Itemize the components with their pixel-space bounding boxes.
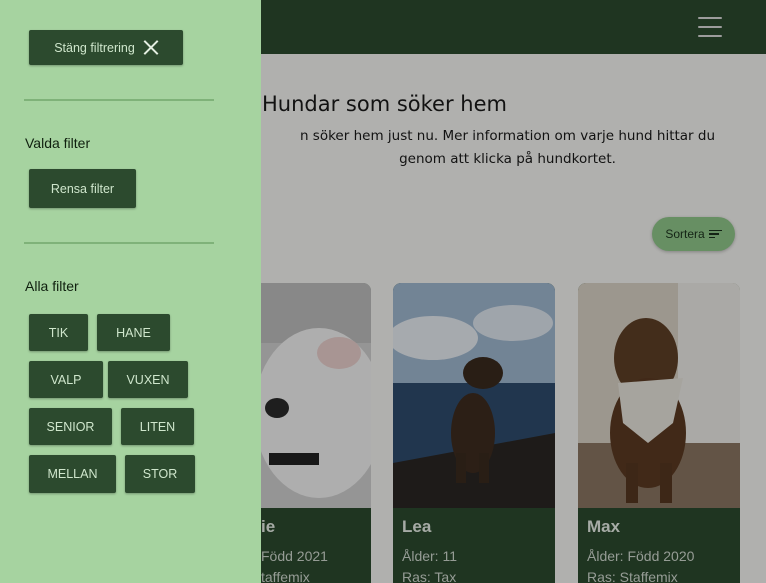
- divider: [24, 242, 214, 244]
- close-icon: [143, 40, 158, 55]
- selected-filters-heading: Valda filter: [25, 135, 91, 151]
- filter-tik-button[interactable]: TIK: [29, 314, 88, 351]
- all-filters-heading: Alla filter: [25, 278, 79, 294]
- filter-vuxen-button[interactable]: VUXEN: [108, 361, 188, 398]
- close-filter-button[interactable]: Stäng filtrering: [29, 30, 183, 65]
- filter-hane-button[interactable]: HANE: [97, 314, 170, 351]
- filter-valp-button[interactable]: VALP: [29, 361, 103, 398]
- filter-mellan-button[interactable]: MELLAN: [29, 455, 116, 493]
- filter-senior-button[interactable]: SENIOR: [29, 408, 112, 445]
- clear-filters-button[interactable]: Rensa filter: [29, 169, 136, 208]
- filter-liten-button[interactable]: LITEN: [121, 408, 194, 445]
- divider: [24, 99, 214, 101]
- close-filter-label: Stäng filtrering: [54, 40, 135, 55]
- filter-panel: Stäng filtrering Valda filter Rensa filt…: [0, 0, 261, 583]
- filter-stor-button[interactable]: STOR: [125, 455, 195, 493]
- clear-filters-label: Rensa filter: [50, 181, 115, 196]
